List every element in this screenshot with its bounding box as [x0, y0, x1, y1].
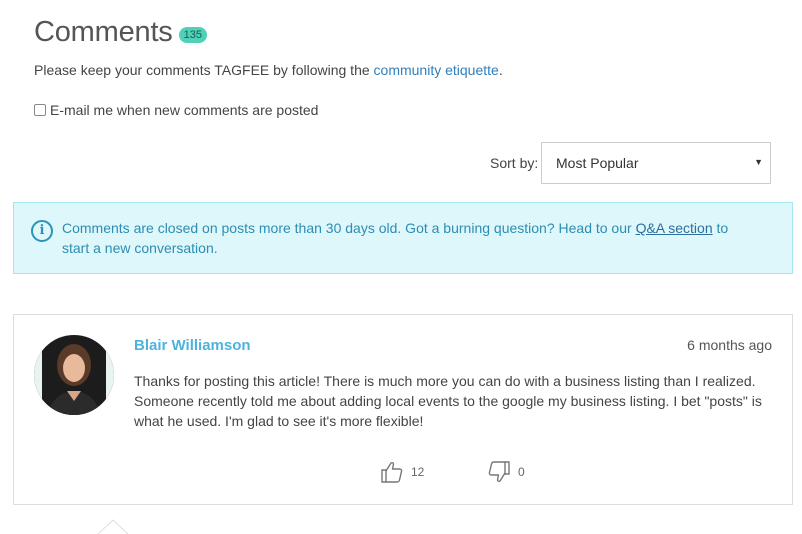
email-notify-checkbox[interactable]: [34, 104, 46, 116]
upvote-button[interactable]: 12: [380, 460, 424, 484]
notice-text-before: Comments are closed on posts more than 3…: [62, 220, 632, 236]
thumbs-down-icon: [488, 461, 510, 483]
avatar[interactable]: [34, 335, 114, 415]
downvote-button[interactable]: 0: [487, 460, 525, 484]
comment-count-badge: 135: [178, 26, 207, 43]
avatar-portrait-icon: [34, 335, 114, 415]
comments-section: Comments 135 Please keep your comments T…: [0, 0, 802, 534]
reply-caret-icon: [98, 519, 128, 534]
comments-header: Comments 135: [34, 16, 207, 49]
intro-prefix: Please keep your comments TAGFEE by foll…: [34, 62, 370, 78]
upvote-count: 12: [411, 465, 425, 479]
sort-selected-value: Most Popular: [556, 155, 639, 171]
intro-suffix: .: [498, 62, 503, 78]
qa-section-link[interactable]: Q&A section: [636, 220, 713, 236]
community-etiquette-link[interactable]: community etiquette: [374, 62, 499, 78]
page-title: Comments: [34, 16, 173, 48]
email-notify-label: E-mail me when new comments are posted: [50, 102, 319, 118]
intro-text: Please keep your comments TAGFEE by foll…: [34, 62, 503, 78]
info-icon: i: [31, 220, 53, 242]
downvote-count: 0: [518, 465, 525, 479]
email-notify-option[interactable]: E-mail me when new comments are posted: [34, 102, 318, 118]
comment-timestamp: 6 months ago: [687, 337, 772, 353]
notice-text: Comments are closed on posts more than 3…: [62, 218, 752, 258]
sort-label: Sort by:: [490, 155, 539, 171]
sort-select[interactable]: Most Popular ▼: [541, 142, 771, 184]
comment-body: Thanks for posting this article! There i…: [134, 373, 762, 429]
comment-author[interactable]: Blair Williamson: [134, 337, 251, 354]
thumbs-up-icon: [381, 461, 403, 483]
dropdown-arrow-icon: ▼: [754, 157, 763, 167]
comments-closed-notice: i Comments are closed on posts more than…: [13, 202, 793, 274]
comment-card: Blair Williamson 6 months ago Thanks for…: [13, 314, 793, 505]
